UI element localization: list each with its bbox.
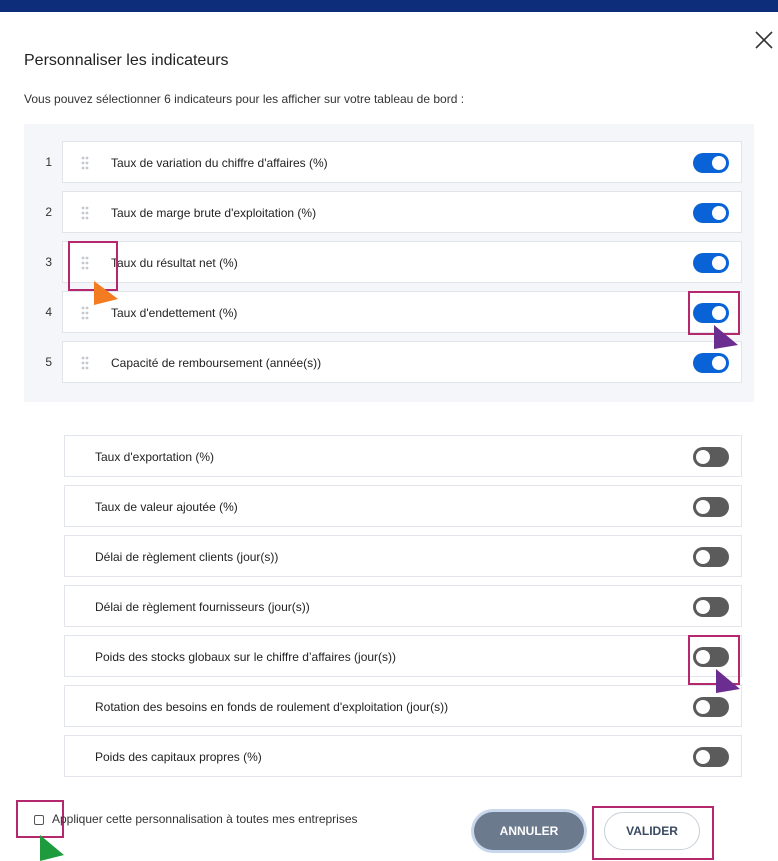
- toggle-knob: [696, 550, 710, 564]
- drag-handle-icon[interactable]: [79, 355, 91, 371]
- indicator-toggle[interactable]: [693, 253, 729, 273]
- indicator-label: Rotation des besoins en fonds de rouleme…: [95, 700, 449, 714]
- indicator-label: Capacité de remboursement (année(s)): [111, 356, 322, 370]
- drag-handle-icon[interactable]: [79, 155, 91, 171]
- selected-indicator-row[interactable]: Taux d'endettement (%): [62, 291, 742, 333]
- available-indicator-row[interactable]: Poids des stocks globaux sur le chiffre …: [64, 635, 742, 677]
- available-indicator-row[interactable]: Délai de règlement clients (jour(s)): [64, 535, 742, 577]
- indicator-toggle[interactable]: [693, 547, 729, 567]
- cursor-green-icon: [40, 835, 64, 861]
- toggle-knob: [696, 600, 710, 614]
- toggle-knob: [712, 356, 726, 370]
- toggle-knob: [696, 700, 710, 714]
- indicator-number: 4: [45, 305, 52, 319]
- toggle-knob: [696, 750, 710, 764]
- indicator-label: Délai de règlement fournisseurs (jour(s)…: [95, 600, 310, 614]
- indicator-toggle[interactable]: [693, 303, 729, 323]
- available-indicator-row[interactable]: Taux de valeur ajoutée (%): [64, 485, 742, 527]
- dialog-title: Personnaliser les indicateurs: [24, 52, 229, 69]
- toggle-knob: [696, 650, 710, 664]
- available-indicator-row[interactable]: Taux d'exportation (%): [64, 435, 742, 477]
- indicator-toggle[interactable]: [693, 497, 729, 517]
- indicator-toggle[interactable]: [693, 747, 729, 767]
- toggle-knob: [712, 206, 726, 220]
- cursor-orange-icon: [94, 281, 118, 305]
- indicator-label: Poids des capitaux propres (%): [95, 750, 262, 764]
- indicator-label: Délai de règlement clients (jour(s)): [95, 550, 279, 564]
- close-icon[interactable]: [752, 28, 776, 52]
- selected-indicator-row[interactable]: Capacité de remboursement (année(s)): [62, 341, 742, 383]
- indicator-label: Taux de variation du chiffre d'affaires …: [111, 156, 328, 170]
- validate-button[interactable]: VALIDER: [604, 812, 700, 850]
- toggle-knob: [712, 306, 726, 320]
- dialog-subtitle: Vous pouvez sélectionner 6 indicateurs p…: [24, 92, 465, 106]
- apply-all-checkbox[interactable]: [34, 815, 44, 825]
- drag-handle-icon[interactable]: [79, 205, 91, 221]
- toggle-knob: [712, 156, 726, 170]
- apply-all-label: Appliquer cette personnalisation à toute…: [52, 812, 358, 826]
- indicator-label: Taux de marge brute d'exploitation (%): [111, 206, 317, 220]
- available-indicator-row[interactable]: Rotation des besoins en fonds de rouleme…: [64, 685, 742, 727]
- available-indicator-row[interactable]: Poids des capitaux propres (%): [64, 735, 742, 777]
- drag-handle-icon[interactable]: [79, 305, 91, 321]
- selected-indicator-row[interactable]: Taux de variation du chiffre d'affaires …: [62, 141, 742, 183]
- indicator-label: Taux du résultat net (%): [111, 256, 238, 270]
- indicator-number: 1: [45, 155, 52, 169]
- selected-indicator-row[interactable]: Taux du résultat net (%): [62, 241, 742, 283]
- indicator-label: Taux d'exportation (%): [95, 450, 215, 464]
- indicator-toggle[interactable]: [693, 203, 729, 223]
- available-indicator-row[interactable]: Délai de règlement fournisseurs (jour(s)…: [64, 585, 742, 627]
- cursor-purple-icon: [716, 669, 740, 693]
- indicator-toggle[interactable]: [693, 447, 729, 467]
- toggle-knob: [696, 500, 710, 514]
- drag-handle-icon[interactable]: [79, 255, 91, 271]
- indicator-toggle[interactable]: [693, 597, 729, 617]
- indicator-toggle[interactable]: [693, 697, 729, 717]
- indicator-number: 5: [45, 355, 52, 369]
- toggle-knob: [712, 256, 726, 270]
- header-bar: [0, 0, 778, 12]
- indicator-label: Taux d'endettement (%): [111, 306, 238, 320]
- indicator-toggle[interactable]: [693, 353, 729, 373]
- cancel-button[interactable]: ANNULER: [474, 812, 584, 850]
- toggle-knob: [696, 450, 710, 464]
- indicator-label: Taux de valeur ajoutée (%): [95, 500, 238, 514]
- indicator-toggle[interactable]: [693, 647, 729, 667]
- indicator-number: 3: [45, 255, 52, 269]
- indicator-toggle[interactable]: [693, 153, 729, 173]
- indicator-number: 2: [45, 205, 52, 219]
- indicator-label: Poids des stocks globaux sur le chiffre …: [95, 650, 397, 664]
- cursor-purple-icon: [714, 325, 738, 349]
- selected-indicator-row[interactable]: Taux de marge brute d'exploitation (%): [62, 191, 742, 233]
